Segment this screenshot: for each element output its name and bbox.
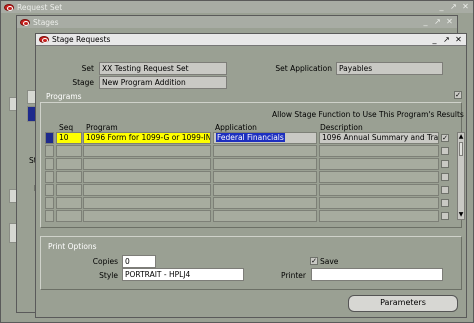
save-checkbox[interactable]: ✓ [310, 257, 318, 265]
allow-stage-checkbox[interactable] [441, 173, 449, 181]
allow-stage-function-label: Allow Stage Function to Use This Program… [272, 110, 464, 119]
request-set-title: Request Set [17, 2, 63, 12]
copies-field[interactable]: 0 [122, 255, 156, 268]
seq-cell[interactable] [56, 197, 82, 209]
checkmark-icon: ✓ [442, 134, 448, 142]
close-icon[interactable]: ✕ [461, 2, 470, 12]
seq-cell[interactable] [56, 210, 82, 222]
oracle-icon [4, 3, 14, 11]
checkmark-icon: ✓ [455, 91, 461, 99]
row-indicator[interactable] [45, 145, 54, 157]
set-application-label: Set Application [275, 64, 332, 73]
application-cell[interactable] [213, 197, 317, 209]
stages-title: Stages [33, 17, 59, 27]
restore-icon[interactable]: ↗ [442, 35, 451, 45]
allow-stage-checkbox[interactable] [441, 199, 449, 207]
programs-section-label: Programs [46, 92, 82, 101]
row-indicator[interactable] [45, 171, 54, 183]
stage-requests-window: Stage Requests _ ↗ ✕ Set XX Testing Requ… [35, 33, 467, 318]
style-label: Style [99, 271, 118, 280]
application-cell[interactable] [213, 184, 317, 196]
row-indicator[interactable] [45, 197, 54, 209]
application-cell[interactable] [213, 158, 317, 170]
printer-field[interactable] [311, 268, 443, 281]
copies-label: Copies [92, 257, 118, 266]
application-selected-text: Federal Financials [216, 133, 285, 142]
column-header-seq: Seq [59, 123, 74, 132]
print-options-label: Print Options [48, 242, 97, 251]
close-icon[interactable]: ✕ [454, 35, 463, 45]
printer-label: Printer [281, 271, 306, 280]
column-header-program: Program [86, 123, 118, 132]
stage-field[interactable]: New Program Addition [99, 76, 227, 89]
set-field[interactable]: XX Testing Request Set [99, 62, 227, 75]
oracle-icon [39, 36, 49, 43]
column-header-description: Description [320, 123, 363, 132]
minimize-icon[interactable]: _ [430, 35, 439, 45]
minimize-icon[interactable]: _ [437, 2, 446, 12]
allow-stage-checkbox[interactable]: ✓ [441, 134, 449, 142]
close-icon[interactable]: ✕ [445, 17, 454, 27]
allow-stage-checkbox[interactable] [441, 160, 449, 168]
oracle-icon [20, 18, 30, 26]
seq-cell[interactable] [56, 158, 82, 170]
description-cell[interactable] [319, 158, 439, 170]
program-cell[interactable] [83, 184, 211, 196]
row-indicator[interactable] [45, 158, 54, 170]
seq-cell[interactable] [56, 145, 82, 157]
restore-icon[interactable]: ↗ [449, 2, 458, 12]
programs-scrollbar[interactable]: ▲ ▼ [457, 132, 465, 220]
restore-icon[interactable]: ↗ [433, 17, 442, 27]
stage-label: Stage [72, 78, 94, 87]
allow-stage-checkbox[interactable] [441, 186, 449, 194]
request-set-titlebar[interactable]: Request Set _ ↗ ✕ [1, 1, 473, 13]
row-indicator[interactable] [45, 210, 54, 222]
row-indicator[interactable] [45, 184, 54, 196]
set-label: Set [81, 64, 94, 73]
program-cell[interactable]: 1096 Form for 1099-G or 1099-INT [83, 132, 211, 144]
row-indicator[interactable] [45, 132, 54, 144]
description-cell[interactable] [319, 197, 439, 209]
programs-section-checkbox[interactable]: ✓ [454, 91, 462, 99]
stage-requests-title: Stage Requests [52, 35, 111, 44]
program-cell[interactable] [83, 158, 211, 170]
seq-cell[interactable]: 10 [56, 132, 82, 144]
description-cell[interactable] [319, 184, 439, 196]
description-cell[interactable] [319, 171, 439, 183]
allow-stage-checkbox[interactable] [441, 212, 449, 220]
scroll-thumb[interactable] [459, 142, 463, 156]
minimize-icon[interactable]: _ [421, 17, 430, 27]
style-field[interactable]: PORTRAIT - HPLJ4 [122, 268, 244, 281]
application-cell[interactable] [213, 171, 317, 183]
scroll-up-icon[interactable]: ▲ [458, 133, 464, 141]
application-cell[interactable] [213, 145, 317, 157]
description-cell[interactable] [319, 210, 439, 222]
seq-cell[interactable] [56, 171, 82, 183]
program-cell[interactable] [83, 197, 211, 209]
description-cell[interactable] [319, 145, 439, 157]
program-cell[interactable] [83, 145, 211, 157]
application-cell[interactable] [213, 210, 317, 222]
save-label: Save [320, 257, 339, 266]
allow-stage-checkbox[interactable] [441, 147, 449, 155]
stages-titlebar[interactable]: Stages _ ↗ ✕ [17, 16, 457, 28]
set-application-field[interactable]: Payables [336, 62, 443, 75]
parameters-button[interactable]: Parameters [348, 295, 458, 312]
stage-requests-titlebar[interactable]: Stage Requests _ ↗ ✕ [36, 34, 466, 46]
program-cell[interactable] [83, 171, 211, 183]
application-cell[interactable]: Federal Financials [213, 132, 317, 144]
program-cell[interactable] [83, 210, 211, 222]
column-header-application: Application [215, 123, 257, 132]
seq-cell[interactable] [56, 184, 82, 196]
description-cell[interactable]: 1096 Annual Summary and Transm [319, 132, 439, 144]
scroll-down-icon[interactable]: ▼ [458, 211, 464, 219]
checkmark-icon: ✓ [311, 257, 317, 265]
